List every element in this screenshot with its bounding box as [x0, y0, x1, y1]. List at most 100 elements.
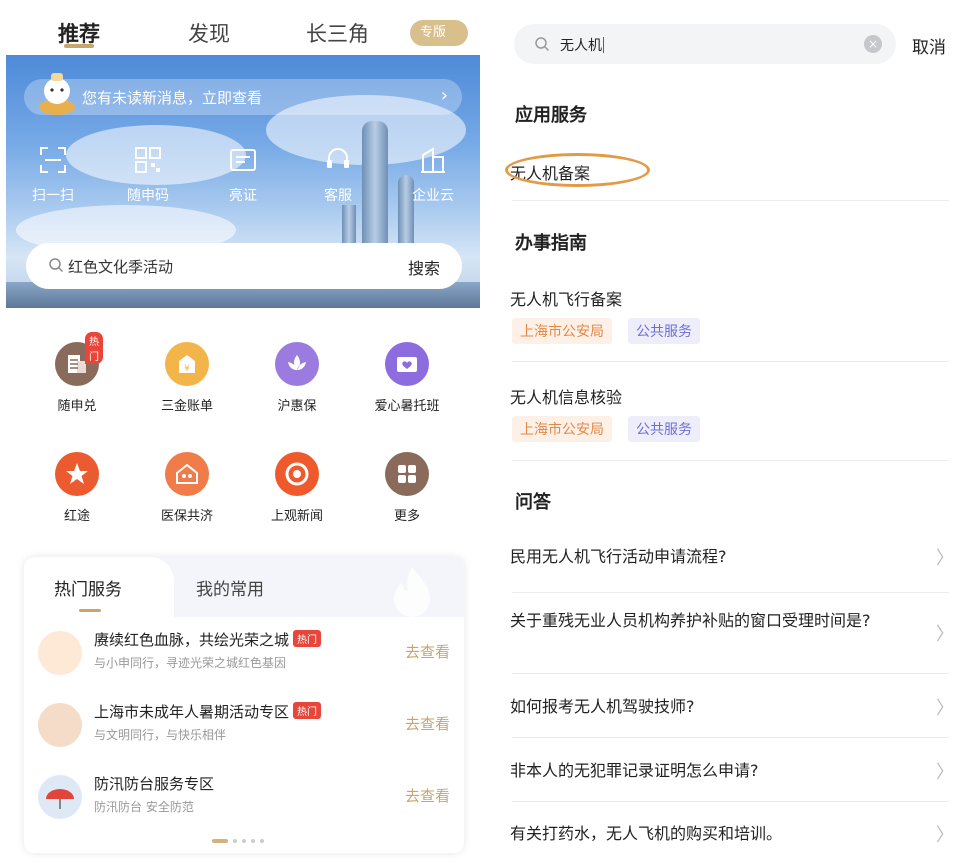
- service-hongtu[interactable]: 红途: [27, 452, 127, 524]
- tab-my-frequent[interactable]: 我的常用: [196, 575, 264, 600]
- qa-item[interactable]: 有关打药水，无人飞机的购买和培训。: [510, 823, 910, 844]
- red-culture-avatar: [38, 631, 82, 675]
- service-summer-care[interactable]: 爱心暑托班: [357, 342, 457, 414]
- youth-avatar: [38, 703, 82, 747]
- divider: [512, 200, 949, 201]
- quick-code[interactable]: 随申码: [113, 145, 183, 205]
- chevron-right-icon: 〉: [936, 825, 954, 846]
- quick-support[interactable]: 客服: [303, 145, 373, 205]
- hero-banner: 您有未读新消息，立即查看 › 扫一扫 随申码 亮证 客服 企业云 红色文化季活动…: [6, 55, 480, 308]
- quick-label: 扫一扫: [32, 188, 74, 204]
- qa-item[interactable]: 民用无人机飞行活动申请流程?: [510, 546, 910, 567]
- unread-message-text: 您有未读新消息，立即查看: [82, 89, 263, 107]
- service-huhuibao[interactable]: 沪惠保: [247, 342, 347, 414]
- chevron-right-icon: 〉: [936, 698, 954, 719]
- row-title: 赓续红色血脉，共绘光荣之城 热门: [94, 629, 322, 650]
- hot-badge: 热门: [85, 332, 103, 364]
- list-item[interactable]: 上海市未成年人暑期活动专区 热门 与文明同行，与快乐相伴 去查看: [24, 691, 464, 761]
- row-title: 上海市未成年人暑期活动专区 热门: [94, 701, 322, 722]
- clear-icon[interactable]: ×: [864, 35, 882, 53]
- family-house-icon: [165, 452, 209, 496]
- tab-underline: [64, 44, 94, 48]
- tag-agency: 上海市公安局: [512, 416, 612, 442]
- tab-discover[interactable]: 发现: [188, 18, 230, 48]
- divider: [512, 460, 949, 461]
- tab-yrd[interactable]: 长三角: [306, 18, 369, 48]
- divider: [512, 801, 949, 802]
- id-card-icon: [230, 149, 256, 171]
- hot-badge: 热门: [293, 702, 322, 719]
- service-label: 更多: [393, 509, 420, 524]
- quick-label: 随申码: [127, 188, 169, 204]
- guide-title[interactable]: 无人机飞行备案: [510, 286, 622, 310]
- home-screen: 推荐 发现 长三角 专版 ⌄ 您有未读新消息，立即查看 › 扫一扫: [0, 0, 874, 864]
- quick-cert[interactable]: 亮证: [208, 145, 278, 205]
- card-tab-underline: [79, 609, 101, 612]
- list-item[interactable]: 赓续红色血脉，共绘光荣之城 热门 与小申同行，寻迹光荣之城红色基因 去查看: [24, 619, 464, 689]
- view-link[interactable]: 去查看: [405, 641, 450, 662]
- service-suishendui[interactable]: 热门 随申兑: [27, 332, 127, 414]
- quick-enterprise[interactable]: 企业云: [398, 145, 468, 205]
- service-label: 随申兑: [57, 399, 97, 414]
- text-cursor: [603, 37, 604, 53]
- list-item[interactable]: 防汛防台服务专区 防汛防台 安全防范 去查看: [24, 763, 464, 833]
- qa-item[interactable]: 关于重残无业人员机构养护补贴的窗口受理时间是?: [510, 610, 880, 631]
- search-placeholder: 红色文化季活动: [68, 258, 174, 276]
- chevron-right-icon: 〉: [936, 624, 954, 645]
- service-sanjin[interactable]: ¥ 三金账单: [137, 342, 237, 414]
- service-label: 红途: [63, 509, 90, 524]
- qa-item[interactable]: 非本人的无犯罪记录证明怎么申请?: [510, 760, 910, 781]
- grid-more-icon: [385, 452, 429, 496]
- flame-icon: [394, 567, 430, 617]
- tag-category: 公共服务: [628, 416, 700, 442]
- screenshot-root: 推荐 发现 长三角 专版 ⌄ 您有未读新消息，立即查看 › 扫一扫: [0, 0, 963, 864]
- row-title: 防汛防台服务专区: [94, 775, 215, 793]
- card-tab-bar: 热门服务 我的常用: [24, 557, 464, 617]
- service-label: 上观新闻: [270, 509, 323, 524]
- section-apps: 应用服务: [515, 105, 587, 126]
- qr-code-icon: [135, 147, 161, 173]
- chevron-right-icon: 〉: [936, 548, 954, 569]
- search-icon: [49, 258, 64, 273]
- row-subtitle: 与小申同行，寻迹光荣之城红色基因: [94, 656, 287, 670]
- wallet-icon: ¥: [165, 342, 209, 386]
- search-value: 无人机: [560, 37, 604, 54]
- guide-title[interactable]: 无人机信息核验: [510, 384, 622, 408]
- home-search-bar[interactable]: 红色文化季活动 搜索: [26, 243, 462, 289]
- divider: [512, 673, 949, 674]
- row-subtitle: 与文明同行，与快乐相伴: [94, 728, 227, 742]
- top-tab-bar: 推荐 发现 长三角 专版 ⌄: [0, 0, 874, 55]
- section-qa: 问答: [515, 492, 551, 513]
- star-icon: [55, 452, 99, 496]
- lotus-icon: [275, 342, 319, 386]
- quick-scan[interactable]: 扫一扫: [18, 145, 88, 205]
- view-link[interactable]: 去查看: [405, 785, 450, 806]
- edition-label: 专版: [420, 25, 447, 40]
- unread-message-bar[interactable]: 您有未读新消息，立即查看 ›: [24, 79, 462, 115]
- customer-service-icon: [327, 148, 349, 168]
- section-guide: 办事指南: [515, 233, 587, 254]
- service-medical[interactable]: 医保共济: [137, 452, 237, 524]
- view-link[interactable]: 去查看: [405, 713, 450, 734]
- coupon-icon: 热门: [55, 332, 103, 386]
- search-button[interactable]: 搜索: [408, 255, 440, 279]
- search-icon: [535, 37, 550, 52]
- quick-label: 亮证: [229, 188, 257, 204]
- cancel-button[interactable]: 取消: [912, 33, 946, 58]
- hot-badge: 热门: [293, 630, 322, 647]
- scan-icon: [40, 147, 66, 173]
- mascot-icon: [39, 73, 75, 115]
- edition-dropdown[interactable]: 专版 ⌄: [410, 20, 874, 46]
- quick-label: 企业云: [412, 188, 454, 204]
- qa-item[interactable]: 如何报考无人机驾驶技师?: [510, 696, 910, 717]
- divider: [512, 737, 949, 738]
- tab-hot-services[interactable]: 热门服务: [54, 575, 122, 600]
- service-more[interactable]: 更多: [357, 452, 457, 524]
- service-label: 沪惠保: [277, 399, 317, 414]
- service-news[interactable]: 上观新闻: [247, 452, 347, 524]
- chevron-right-icon: ›: [440, 85, 448, 106]
- row-subtitle: 防汛防台 安全防范: [94, 800, 194, 814]
- search-input[interactable]: 无人机 ×: [514, 24, 896, 64]
- service-label: 医保共济: [160, 509, 213, 524]
- hot-services-card: 热门服务 我的常用 赓续红色血脉，共绘光荣之城 热门 与小申同行，寻迹光荣之城红色…: [24, 557, 464, 853]
